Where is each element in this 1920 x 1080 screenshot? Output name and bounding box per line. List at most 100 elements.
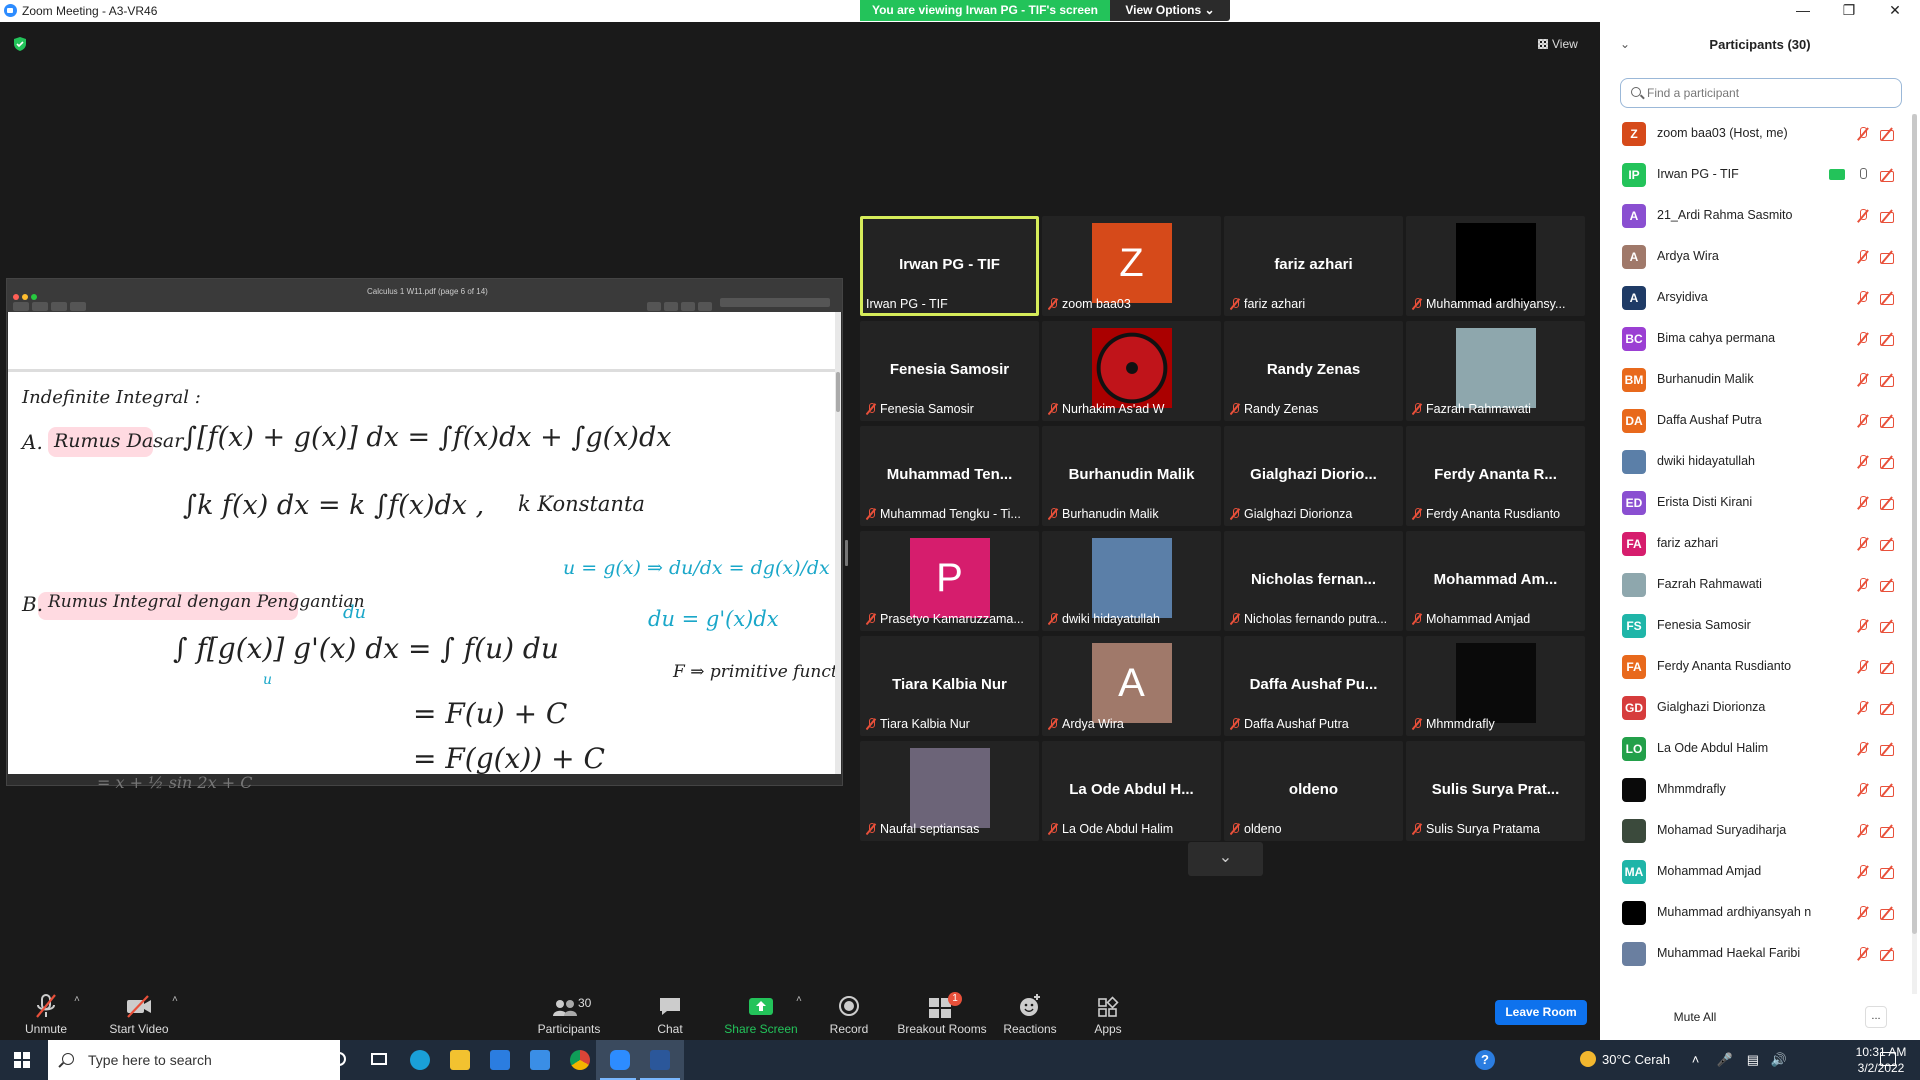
participant-tile[interactable]: Muhammad Ten... Muhammad Tengku - Ti... [860, 426, 1039, 526]
caret-up-icon[interactable]: ˄ [74, 994, 80, 1005]
participant-row[interactable]: dwiki hidayatullah [1600, 442, 1910, 483]
record-button[interactable]: Record [824, 988, 874, 1040]
participant-tile[interactable]: Irwan PG - TIF Irwan PG - TIF [860, 216, 1039, 316]
mic-muted-icon[interactable] [1856, 742, 1870, 756]
mic-muted-icon[interactable] [1856, 127, 1870, 141]
participant-tile[interactable]: Randy Zenas Randy Zenas [1224, 321, 1403, 421]
video-off-icon[interactable] [1880, 906, 1894, 920]
help-icon[interactable]: ? [1475, 1050, 1495, 1070]
participant-tile[interactable]: Muhammad ardhiyansy... [1406, 216, 1585, 316]
unmute-button[interactable]: Unmute [14, 988, 78, 1040]
participant-tile[interactable]: La Ode Abdul H... La Ode Abdul Halim [1042, 741, 1221, 841]
video-off-icon[interactable] [1880, 742, 1894, 756]
video-off-icon[interactable] [1880, 209, 1894, 223]
participant-row[interactable]: FS Fenesia Samosir [1600, 606, 1910, 647]
participant-row[interactable]: MA Mohammad Amjad [1600, 852, 1910, 893]
pdf-scrollbar[interactable] [835, 312, 841, 774]
mic-muted-icon[interactable] [1856, 414, 1870, 428]
video-off-icon[interactable] [1880, 496, 1894, 510]
video-off-icon[interactable] [1880, 619, 1894, 633]
participant-tile[interactable]: A Ardya Wira [1042, 636, 1221, 736]
shield-check-icon[interactable] [12, 36, 28, 52]
mic-muted-icon[interactable] [1856, 291, 1870, 305]
mic-muted-icon[interactable] [1856, 783, 1870, 797]
network-icon[interactable]: ▤ [1747, 1052, 1759, 1067]
mute-all-button[interactable]: Mute All [1660, 1004, 1730, 1030]
reactions-button[interactable]: Reactions [1000, 988, 1060, 1040]
participant-row[interactable]: BM Burhanudin Malik [1600, 360, 1910, 401]
mic-muted-icon[interactable] [1856, 906, 1870, 920]
caret-up-icon[interactable]: ˄ [796, 994, 802, 1005]
participant-row[interactable]: A Arsyidiva [1600, 278, 1910, 319]
mic-muted-icon[interactable] [1856, 660, 1870, 674]
participant-tile[interactable]: Naufal septiansas [860, 741, 1039, 841]
participant-tile[interactable]: Mohammad Am... Mohammad Amjad [1406, 531, 1585, 631]
participant-row[interactable]: A 21_Ardi Rahma Sasmito [1600, 196, 1910, 237]
mic-muted-icon[interactable] [1856, 701, 1870, 715]
apps-button[interactable]: Apps [1090, 988, 1126, 1040]
video-off-icon[interactable] [1880, 455, 1894, 469]
mic-muted-icon[interactable] [1856, 250, 1870, 264]
participant-row[interactable]: Mhmmdrafly [1600, 770, 1910, 811]
participant-row[interactable]: Muhammad ardhiyansyah n [1600, 893, 1910, 934]
caret-up-icon[interactable]: ˄ [172, 994, 178, 1005]
participant-row[interactable]: DA Daffa Aushaf Putra [1600, 401, 1910, 442]
mic-muted-icon[interactable] [1856, 947, 1870, 961]
view-button[interactable]: View [1538, 34, 1588, 54]
participant-row[interactable]: Muhammad Haekal Faribi [1600, 934, 1910, 975]
video-off-icon[interactable] [1880, 414, 1894, 428]
participant-tile[interactable]: Fazrah Rahmawati [1406, 321, 1585, 421]
participant-row[interactable]: GD Gialghazi Diorionza [1600, 688, 1910, 729]
mic-icon[interactable] [1856, 168, 1870, 182]
leave-room-button[interactable]: Leave Room [1495, 1000, 1587, 1025]
video-off-icon[interactable] [1880, 783, 1894, 797]
participant-tile[interactable]: Ferdy Ananta R... Ferdy Ananta Rusdianto [1406, 426, 1585, 526]
share-screen-button[interactable]: Share Screen [724, 988, 798, 1040]
video-off-icon[interactable] [1880, 701, 1894, 715]
participant-tile[interactable]: oldeno oldeno [1224, 741, 1403, 841]
video-off-icon[interactable] [1880, 537, 1894, 551]
participant-list-scrollbar[interactable] [1912, 114, 1917, 994]
gallery-next-page-button[interactable]: ⌄ [1188, 842, 1263, 876]
maximize-button[interactable]: ❐ [1826, 0, 1872, 22]
video-off-icon[interactable] [1880, 291, 1894, 305]
minimize-button[interactable]: — [1780, 0, 1826, 22]
video-off-icon[interactable] [1880, 660, 1894, 674]
participant-tile[interactable]: Tiara Kalbia Nur Tiara Kalbia Nur [860, 636, 1039, 736]
shared-screen[interactable]: Calculus 1 W11.pdf (page 6 of 14) Indefi… [6, 278, 843, 792]
view-options-button[interactable]: View Options ⌄ [1110, 0, 1230, 21]
participant-tile[interactable]: fariz azhari fariz azhari [1224, 216, 1403, 316]
participant-tile[interactable]: Zzoom baa03 [1042, 216, 1221, 316]
video-off-icon[interactable] [1880, 865, 1894, 879]
participant-row[interactable]: LO La Ode Abdul Halim [1600, 729, 1910, 770]
video-off-icon[interactable] [1880, 373, 1894, 387]
mic-muted-icon[interactable] [1856, 373, 1870, 387]
participants-button[interactable]: 30 Participants [532, 988, 606, 1040]
mic-muted-icon[interactable] [1856, 209, 1870, 223]
participant-tile[interactable]: dwiki hidayatullah [1042, 531, 1221, 631]
volume-icon[interactable]: 🔊 [1771, 1052, 1787, 1067]
participant-row[interactable]: FA Ferdy Ananta Rusdianto [1600, 647, 1910, 688]
weather-text[interactable]: 30°C Cerah [1602, 1052, 1670, 1067]
participant-row[interactable]: BC Bima cahya permana [1600, 319, 1910, 360]
breakout-rooms-button[interactable]: 1 Breakout Rooms [894, 988, 990, 1040]
participant-row[interactable]: A Ardya Wira [1600, 237, 1910, 278]
notification-icon[interactable] [1880, 1052, 1896, 1066]
participant-tile[interactable]: Nurhakim As'ad W [1042, 321, 1221, 421]
mic-muted-icon[interactable] [1856, 496, 1870, 510]
video-off-icon[interactable] [1880, 947, 1894, 961]
close-button[interactable]: ✕ [1872, 0, 1918, 22]
participant-row[interactable]: IP Irwan PG - TIF [1600, 155, 1910, 196]
participant-tile[interactable]: P Prasetyo Kamaruzzama... [860, 531, 1039, 631]
participant-tile[interactable]: Gialghazi Diorio... Gialghazi Diorionza [1224, 426, 1403, 526]
chat-button[interactable]: Chat [650, 988, 690, 1040]
taskbar-search-input[interactable]: Type here to search [48, 1040, 340, 1080]
participant-row[interactable]: Mohamad Suryadiharja [1600, 811, 1910, 852]
video-off-icon[interactable] [1880, 168, 1894, 182]
participant-row[interactable]: FA fariz azhari [1600, 524, 1910, 565]
participant-tile[interactable]: Burhanudin Malik Burhanudin Malik [1042, 426, 1221, 526]
more-options-button[interactable]: ... [1865, 1006, 1887, 1028]
participant-tile[interactable]: Nicholas fernan... Nicholas fernando putr… [1224, 531, 1403, 631]
participant-tile[interactable]: Daffa Aushaf Pu... Daffa Aushaf Putra [1224, 636, 1403, 736]
start-video-button[interactable]: Start Video [104, 988, 174, 1040]
